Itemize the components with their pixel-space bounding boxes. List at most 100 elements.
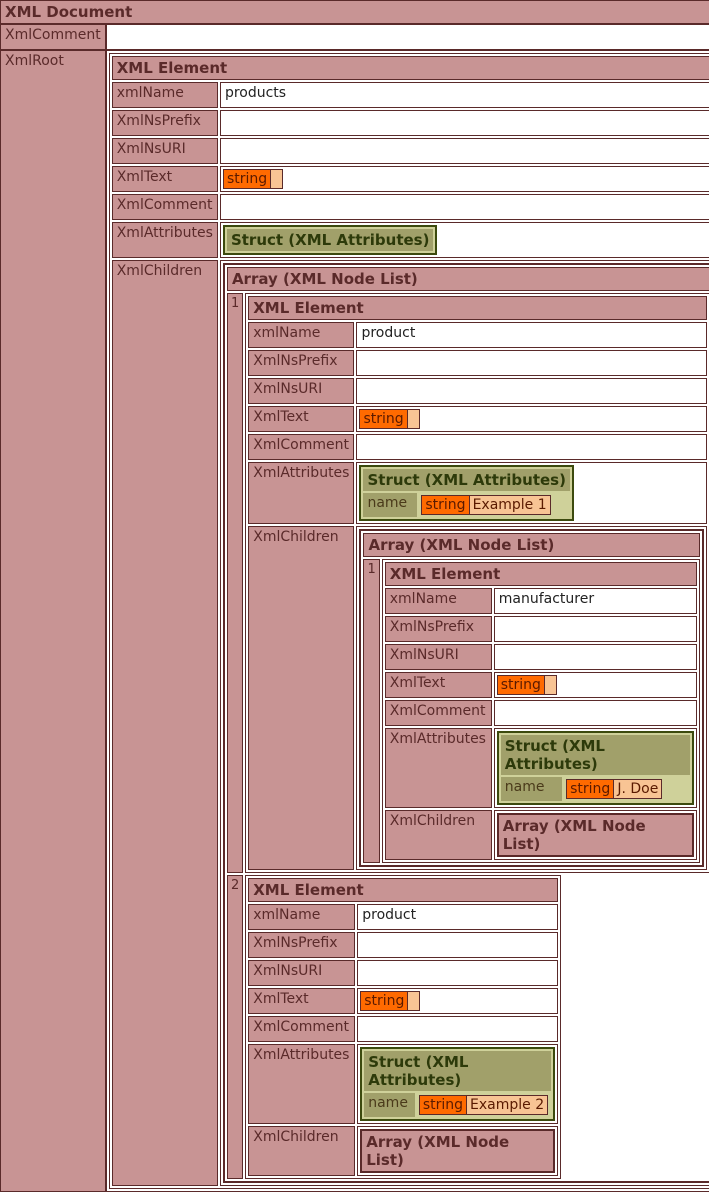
nsprefix-value [356, 350, 707, 376]
attributes-value: Struct (XML Attributes) name string Examp… [356, 462, 707, 524]
children-value: Array (XML Node List) [357, 1126, 559, 1176]
string-type-label: string [361, 992, 409, 1010]
element-title: XML Element [248, 878, 559, 902]
xmlname-value: product [356, 322, 707, 348]
nsuri-value [357, 960, 559, 986]
xmlname-label: xmlName [111, 82, 218, 108]
xmlname-label: xmlName [248, 904, 356, 930]
struct-title: Struct (XML Attributes) [500, 735, 690, 775]
attributes-value: Struct (XML Attributes) name string Examp… [357, 1044, 559, 1124]
string-type-label: string [419, 1096, 468, 1114]
xmltext-label: XmlText [248, 988, 356, 1014]
nsprefix-label: XmlNsPrefix [248, 350, 355, 376]
attr-name-key: name [364, 1093, 415, 1117]
xml-element-manufacturer: XML Element xmlName manufacturer XmlNsPre… [381, 559, 700, 863]
attributes-label: XmlAttributes [248, 462, 355, 524]
children-label: XmlChildren [384, 810, 492, 860]
comment-label: XmlComment [111, 194, 218, 220]
children-value: Array (XML Node List) 1 XML Element xmlN… [356, 526, 707, 870]
attributes-value: Struct (XML Attributes) name string J. Do… [493, 728, 697, 808]
children-label: XmlChildren [111, 260, 218, 1186]
children-array: Array (XML Node List) 1 XML Element xmlN… [222, 263, 709, 1183]
nsprefix-label: XmlNsPrefix [111, 110, 218, 136]
attributes-struct: Struct (XML Attributes) name string J. Do… [496, 731, 694, 805]
string-value: string [496, 675, 557, 695]
empty-children-array: Array (XML Node List) [360, 1129, 556, 1173]
string-value: string [359, 409, 420, 429]
string-type-label: string [422, 496, 470, 514]
string-content [407, 410, 419, 428]
children-value: Array (XML Node List) [493, 810, 697, 860]
attributes-struct: Struct (XML Attributes) name string Examp… [359, 465, 574, 521]
string-content [271, 170, 283, 188]
element-title: XML Element [384, 562, 697, 586]
comment-value [493, 700, 697, 726]
element-title: XML Element [111, 56, 709, 80]
string-value: string [222, 169, 284, 189]
string-type-label: string [360, 410, 408, 428]
string-type-label: string [223, 170, 272, 188]
attr-name-value: string Example 1 [419, 493, 570, 517]
children-label: XmlChildren [248, 1126, 356, 1176]
xmltext-value: string [219, 166, 709, 192]
nsuri-label: XmlNsURI [248, 378, 355, 404]
xmlname-label: xmlName [384, 588, 492, 614]
string-content [544, 676, 556, 694]
attributes-label: XmlAttributes [384, 728, 492, 808]
document-comment-label: XmlComment [0, 24, 106, 50]
children-label: XmlChildren [248, 526, 355, 870]
nsuri-label: XmlNsURI [248, 960, 356, 986]
xmlname-label: xmlName [248, 322, 355, 348]
string-content: Example 2 [467, 1096, 548, 1114]
array-item: XML Element xmlName manufacturer XmlNsPre… [381, 559, 700, 863]
comment-value [219, 194, 709, 220]
xmlname-value: product [357, 904, 559, 930]
children-value: Array (XML Node List) 1 XML Element xmlN… [219, 260, 709, 1186]
document-comment-value [105, 24, 709, 50]
document-root-label: XmlRoot [0, 50, 106, 1192]
array-title: Array (XML Node List) [226, 267, 709, 291]
xmltext-label: XmlText [248, 406, 355, 432]
attr-name-key: name [363, 493, 418, 517]
nsuri-value [219, 138, 709, 164]
attr-name-value: string Example 2 [417, 1093, 551, 1117]
struct-title: Struct (XML Attributes) [226, 229, 434, 251]
attributes-struct: Struct (XML Attributes) [222, 225, 438, 255]
nsuri-label: XmlNsURI [384, 644, 492, 670]
string-content: Example 1 [469, 496, 550, 514]
array-index: 2 [226, 875, 244, 1179]
xmltext-value: string [493, 672, 697, 698]
xmlname-value: manufacturer [493, 588, 697, 614]
array-index: 1 [226, 293, 244, 873]
string-type-label: string [497, 676, 545, 694]
attributes-label: XmlAttributes [248, 1044, 356, 1124]
nsuri-value [356, 378, 707, 404]
xml-document-title: XML Document [0, 0, 709, 24]
attributes-label: XmlAttributes [111, 222, 218, 258]
attributes-struct: Struct (XML Attributes) name string Examp… [360, 1047, 556, 1121]
string-content: J. Doe [614, 780, 662, 798]
string-value: string Example 1 [421, 495, 551, 515]
nsprefix-value [219, 110, 709, 136]
comment-value [357, 1016, 559, 1042]
empty-children-array: Array (XML Node List) [496, 813, 694, 857]
comment-label: XmlComment [248, 434, 355, 460]
xml-element-products: XML Element xmlName products XmlNsPrefix … [108, 53, 709, 1189]
xmltext-label: XmlText [384, 672, 492, 698]
nsprefix-value [493, 616, 697, 642]
xmltext-label: XmlText [111, 166, 218, 192]
xmltext-value: string [357, 988, 559, 1014]
nsprefix-label: XmlNsPrefix [248, 932, 356, 958]
xml-element-product-2: XML Element xmlName product XmlNsPrefix X… [245, 875, 562, 1179]
document-root-value: XML Element xmlName products XmlNsPrefix … [105, 50, 709, 1192]
comment-label: XmlComment [384, 700, 492, 726]
string-value: string [360, 991, 421, 1011]
xmlname-value: products [219, 82, 709, 108]
array-item: XML Element xmlName product XmlNsPrefix X… [245, 293, 709, 873]
xml-element-product-1: XML Element xmlName product XmlNsPrefix X… [245, 293, 709, 873]
nsprefix-label: XmlNsPrefix [384, 616, 492, 642]
comment-value [356, 434, 707, 460]
struct-title: Struct (XML Attributes) [363, 469, 570, 491]
array-item: XML Element xmlName product XmlNsPrefix X… [245, 875, 709, 1179]
attr-name-value: string J. Doe [564, 777, 690, 801]
